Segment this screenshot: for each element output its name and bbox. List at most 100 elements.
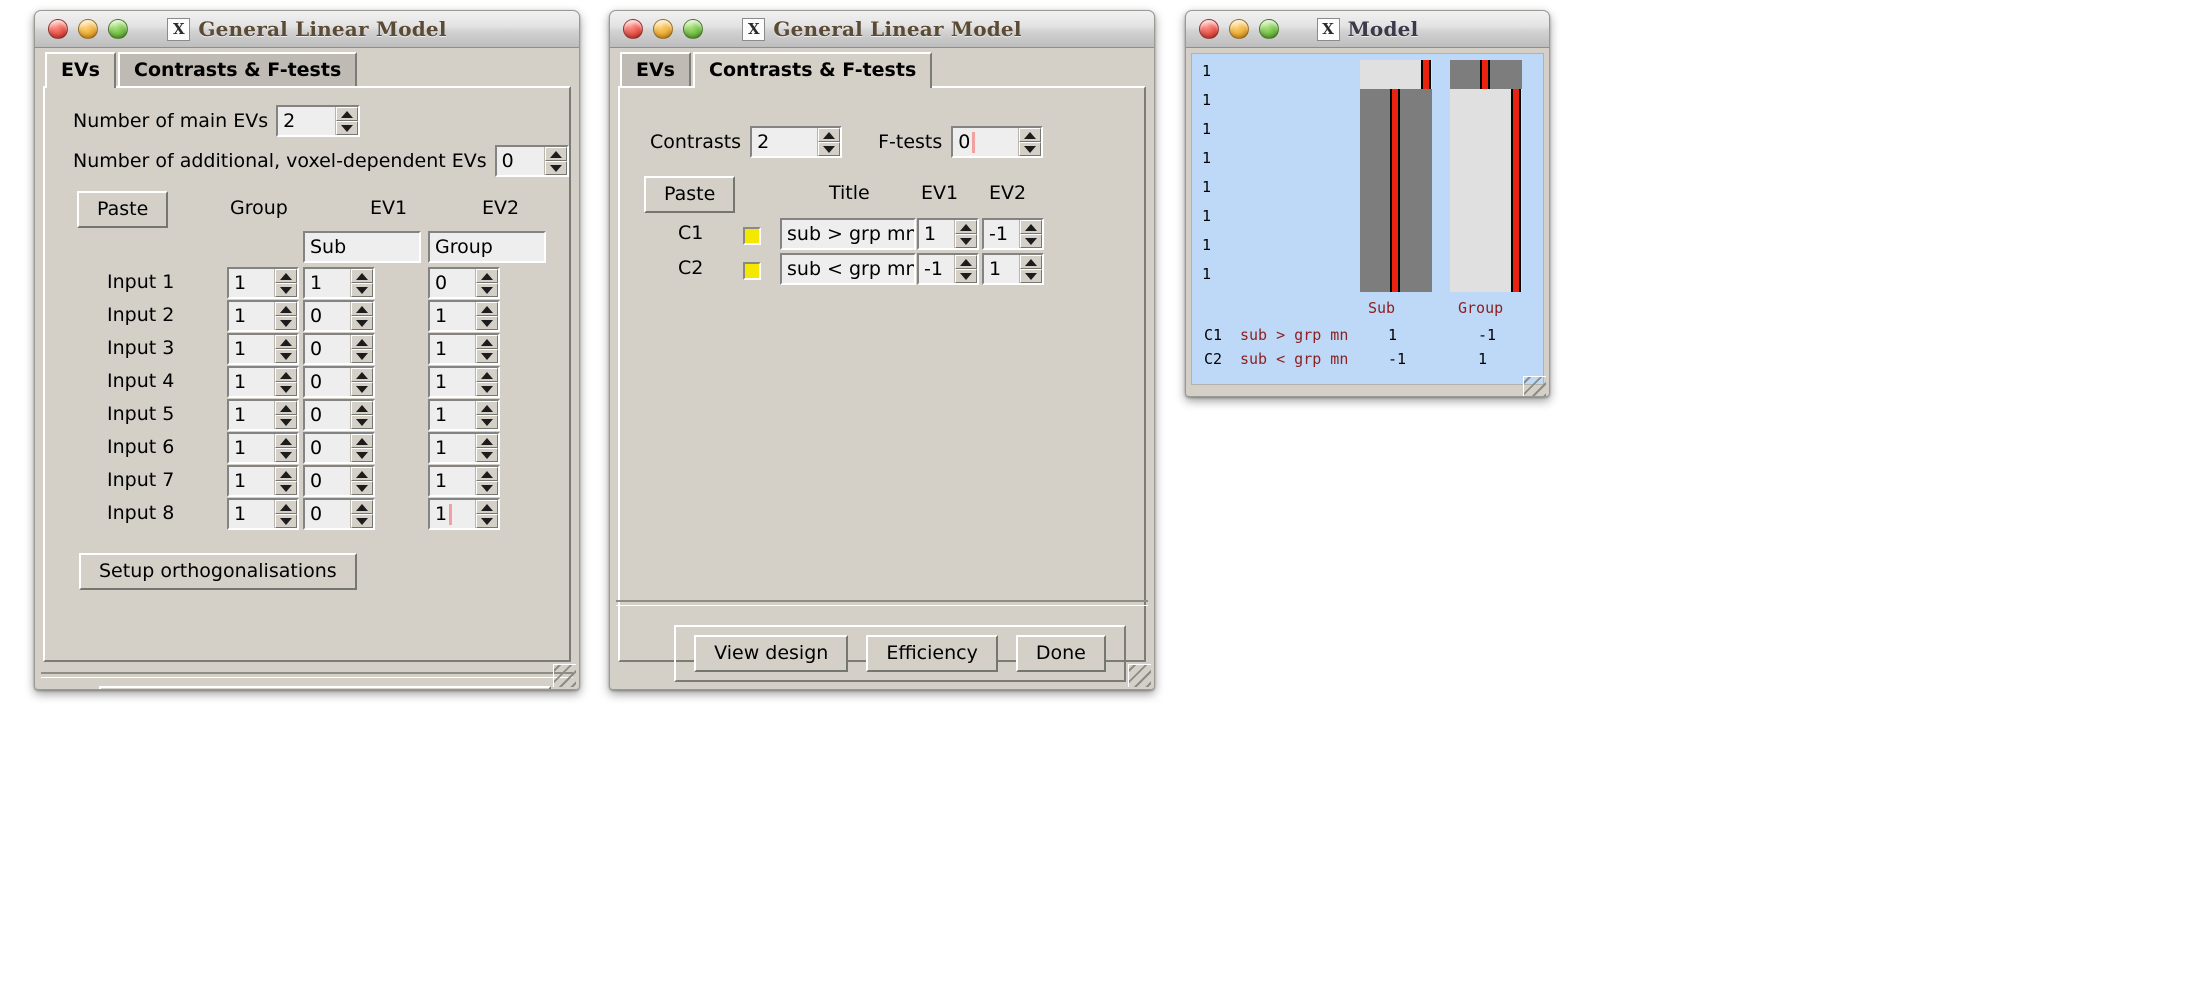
spin-down-icon[interactable] bbox=[275, 349, 297, 363]
zoom-button[interactable] bbox=[108, 19, 128, 39]
ev1-spinner-row-6[interactable]: 0 bbox=[303, 432, 375, 464]
spin-down-icon[interactable] bbox=[476, 481, 498, 495]
ev1-spinner-row-3-value[interactable]: 0 bbox=[305, 335, 350, 363]
ftests-arrows[interactable] bbox=[1018, 128, 1041, 156]
ev1-spinner-row-7-value[interactable]: 0 bbox=[305, 467, 350, 495]
resize-grip[interactable] bbox=[1523, 376, 1546, 397]
close-button[interactable] bbox=[48, 19, 68, 39]
ev1-spinner-row-4[interactable]: 0 bbox=[303, 366, 375, 398]
ev2-spinner-row-4-value[interactable]: 1 bbox=[430, 368, 475, 396]
spin-up-icon[interactable] bbox=[955, 255, 977, 269]
ev1-spinner-row-6-arrows[interactable] bbox=[350, 434, 373, 462]
group-spinner-row-1[interactable]: 1 bbox=[227, 267, 299, 299]
ev2-spinner-row-7-value[interactable]: 1 bbox=[430, 467, 475, 495]
contrast-ev1-c1-value[interactable]: 1 bbox=[919, 220, 954, 248]
spin-down-icon[interactable] bbox=[476, 415, 498, 429]
spin-up-icon[interactable] bbox=[476, 302, 498, 316]
contrasts-arrows[interactable] bbox=[817, 128, 840, 156]
num-main-evs-spinner[interactable]: 2 bbox=[276, 105, 360, 137]
close-button[interactable] bbox=[1199, 19, 1219, 39]
ev2-spinner-row-8-arrows[interactable] bbox=[475, 500, 498, 528]
minimize-button[interactable] bbox=[1229, 19, 1249, 39]
contrast-ev2-c2-arrows[interactable] bbox=[1019, 255, 1042, 283]
contrast-ev1-c2-value[interactable]: -1 bbox=[919, 255, 954, 283]
spin-down-icon[interactable] bbox=[351, 415, 373, 429]
ev1-spinner-row-1-arrows[interactable] bbox=[350, 269, 373, 297]
spin-up-icon[interactable] bbox=[275, 335, 297, 349]
spin-up-icon[interactable] bbox=[476, 434, 498, 448]
spin-up-icon[interactable] bbox=[351, 500, 373, 514]
paste-button-contrasts[interactable]: Paste bbox=[644, 176, 735, 213]
spin-up-icon[interactable] bbox=[351, 368, 373, 382]
titlebar-glm-contrasts[interactable]: X General Linear Model bbox=[610, 11, 1154, 48]
spin-down-icon[interactable] bbox=[476, 283, 498, 297]
ev2-spinner-row-2[interactable]: 1 bbox=[428, 300, 500, 332]
contrast-title-input-c1[interactable]: sub > grp mn bbox=[780, 218, 916, 250]
resize-grip[interactable] bbox=[1128, 664, 1151, 687]
ev1-spinner-row-1[interactable]: 1 bbox=[303, 267, 375, 299]
ev1-spinner-row-8-arrows[interactable] bbox=[350, 500, 373, 528]
tab-contrasts-f-tests[interactable]: Contrasts & F-tests bbox=[118, 52, 357, 88]
ev1-spinner-row-2-arrows[interactable] bbox=[350, 302, 373, 330]
spin-down-icon[interactable] bbox=[275, 514, 297, 528]
contrast-ev1-c2[interactable]: -1 bbox=[917, 253, 979, 285]
spin-down-icon[interactable] bbox=[1020, 269, 1042, 283]
spin-up-icon[interactable] bbox=[275, 500, 297, 514]
group-spinner-row-3-arrows[interactable] bbox=[274, 335, 297, 363]
spin-down-icon[interactable] bbox=[476, 382, 498, 396]
contrast-ev1-c2-arrows[interactable] bbox=[954, 255, 977, 283]
ev2-spinner-row-1-arrows[interactable] bbox=[475, 269, 498, 297]
ev2-spinner-row-5-value[interactable]: 1 bbox=[430, 401, 475, 429]
spin-down-icon[interactable] bbox=[476, 316, 498, 330]
spin-down-icon[interactable] bbox=[351, 349, 373, 363]
contrast-title-input-c2[interactable]: sub < grp mn bbox=[780, 253, 916, 285]
spin-up-icon[interactable] bbox=[275, 302, 297, 316]
ev2-spinner-row-3-arrows[interactable] bbox=[475, 335, 498, 363]
tab-evs[interactable]: EVs bbox=[45, 52, 116, 88]
contrast-enable-checkbox-c2[interactable] bbox=[743, 262, 761, 280]
contrast-ev2-c2-value[interactable]: 1 bbox=[984, 255, 1019, 283]
ev2-spinner-row-6[interactable]: 1 bbox=[428, 432, 500, 464]
spin-down-icon[interactable] bbox=[545, 161, 567, 175]
ev1-spinner-row-7[interactable]: 0 bbox=[303, 465, 375, 497]
contrast-ev2-c1[interactable]: -1 bbox=[982, 218, 1044, 250]
ev1-spinner-row-4-arrows[interactable] bbox=[350, 368, 373, 396]
ev2-spinner-row-8[interactable]: 1 bbox=[428, 498, 500, 530]
spin-up-icon[interactable] bbox=[1020, 220, 1042, 234]
spin-up-icon[interactable] bbox=[818, 128, 840, 142]
ev1-spinner-row-5[interactable]: 0 bbox=[303, 399, 375, 431]
window-controls[interactable] bbox=[623, 19, 703, 39]
zoom-button[interactable] bbox=[683, 19, 703, 39]
window-glm-contrasts[interactable]: X General Linear Model EVs Contrasts & F… bbox=[609, 10, 1155, 690]
spin-down-icon[interactable] bbox=[476, 448, 498, 462]
ev1-spinner-row-5-value[interactable]: 0 bbox=[305, 401, 350, 429]
spin-up-icon[interactable] bbox=[351, 302, 373, 316]
spin-up-icon[interactable] bbox=[275, 434, 297, 448]
ev2-spinner-row-4[interactable]: 1 bbox=[428, 366, 500, 398]
num-additional-evs-value[interactable]: 0 bbox=[497, 147, 544, 175]
contrast-enable-checkbox-c1[interactable] bbox=[743, 227, 761, 245]
spin-down-icon[interactable] bbox=[351, 448, 373, 462]
ev2-spinner-row-2-value[interactable]: 1 bbox=[430, 302, 475, 330]
spin-up-icon[interactable] bbox=[1020, 255, 1042, 269]
ftests-spinner[interactable]: 0 bbox=[951, 126, 1043, 158]
ev2-spinner-row-1[interactable]: 0 bbox=[428, 267, 500, 299]
group-spinner-row-4-value[interactable]: 1 bbox=[229, 368, 274, 396]
group-spinner-row-5-arrows[interactable] bbox=[274, 401, 297, 429]
group-spinner-row-8[interactable]: 1 bbox=[227, 498, 299, 530]
spin-down-icon[interactable] bbox=[1020, 234, 1042, 248]
close-button[interactable] bbox=[623, 19, 643, 39]
group-spinner-row-4[interactable]: 1 bbox=[227, 366, 299, 398]
group-spinner-row-6-value[interactable]: 1 bbox=[229, 434, 274, 462]
spin-down-icon[interactable] bbox=[336, 121, 358, 135]
group-spinner-row-7[interactable]: 1 bbox=[227, 465, 299, 497]
ev1-spinner-row-4-value[interactable]: 0 bbox=[305, 368, 350, 396]
group-spinner-row-1-arrows[interactable] bbox=[274, 269, 297, 297]
group-spinner-row-6[interactable]: 1 bbox=[227, 432, 299, 464]
spin-down-icon[interactable] bbox=[351, 316, 373, 330]
spin-down-icon[interactable] bbox=[351, 382, 373, 396]
spin-up-icon[interactable] bbox=[1019, 128, 1041, 142]
spin-up-icon[interactable] bbox=[476, 335, 498, 349]
spin-up-icon[interactable] bbox=[476, 401, 498, 415]
ev2-spinner-row-5-arrows[interactable] bbox=[475, 401, 498, 429]
